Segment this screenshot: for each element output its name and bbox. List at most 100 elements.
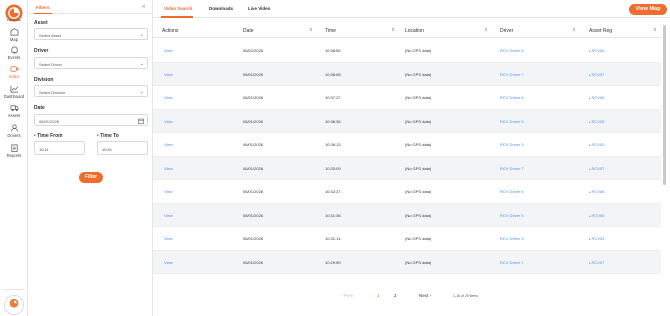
table-row: View 06/01/2026 10:33:09 (No GPS data) RCV D… — [153, 156, 661, 180]
brand-name: FleetView — [7, 18, 21, 22]
asset-reg-link[interactable]: RCV07 — [589, 166, 605, 171]
time-to-label: • Time To — [97, 133, 119, 139]
table-row: View 06/01/2026 10:38:55 (No GPS data) RCV D… — [153, 39, 661, 63]
driver-label: Driver — [34, 48, 49, 54]
chevron-down-icon: ⌄ — [139, 31, 144, 38]
column-header-time[interactable]: Time — [325, 28, 336, 34]
division-select-placeholder: Select Division — [39, 89, 66, 95]
driver-link[interactable]: RCV Driver 7 — [500, 166, 524, 171]
tab-downloads[interactable]: Downloads — [209, 6, 233, 11]
asset-reg-link[interactable]: RCV03 — [589, 142, 605, 147]
driver-select[interactable]: Select Driver ⌄ — [34, 57, 148, 69]
time-from-value: 10:11 — [39, 146, 49, 152]
division-label: Division — [34, 77, 54, 83]
date-cell: 06/01/2026 — [243, 259, 264, 265]
pagination-page-2[interactable]: 2 — [394, 293, 397, 298]
view-link[interactable]: View — [164, 166, 173, 171]
date-cell: 06/01/2026 — [243, 212, 264, 218]
table-row: View 06/01/2026 10:31:14 (No GPS data) RCV D… — [153, 227, 661, 251]
driver-link[interactable]: RCV Driver 6 — [500, 95, 524, 100]
driver-link[interactable]: RCV Driver 6 — [500, 48, 524, 53]
avatar[interactable] — [4, 295, 24, 315]
column-header-asset-reg[interactable]: Asset Reg — [589, 28, 612, 34]
nav-label-dashboard: Dashboard — [3, 94, 25, 99]
tab-live-video[interactable]: Live Video — [248, 6, 270, 11]
nav-label-assets: Assets — [7, 113, 21, 118]
sort-icon[interactable]: ⇕ — [484, 27, 488, 33]
view-link[interactable]: View — [164, 260, 173, 265]
view-link[interactable]: View — [164, 95, 173, 100]
date-cell: 06/01/2026 — [243, 236, 264, 241]
table-header: Actions Date ⇕ Time ⇕ Location ⇕ Driver … — [153, 25, 661, 38]
tab-video-search[interactable]: Video Search — [164, 6, 192, 11]
nav-item-map[interactable]: Map — [0, 28, 28, 42]
collapse-panel-icon[interactable]: « — [142, 4, 145, 10]
time-cell: 10:37:27 — [325, 95, 341, 100]
clipboard-icon — [10, 144, 18, 152]
view-link[interactable]: View — [164, 48, 173, 53]
view-link[interactable]: View — [164, 119, 173, 124]
pagination-info: 1-16 of 29 items — [453, 294, 479, 298]
time-cell: 10:38:55 — [325, 48, 341, 53]
table-scrollbar[interactable] — [663, 25, 666, 185]
calendar-icon[interactable] — [138, 117, 144, 124]
driver-link[interactable]: RCV Driver 7 — [500, 260, 524, 265]
sort-icon[interactable]: ⇕ — [572, 27, 576, 33]
asset-select[interactable]: Select Asset ⌄ — [34, 28, 148, 40]
driver-link[interactable]: RCV Driver 7 — [500, 72, 524, 77]
division-select[interactable]: Select Division ⌄ — [34, 85, 148, 97]
tab-filters[interactable]: Filters — [36, 5, 50, 10]
time-from-input[interactable]: 10:11 — [34, 141, 85, 155]
asset-reg-link[interactable]: RCV05 — [589, 213, 605, 218]
view-link[interactable]: View — [164, 213, 173, 218]
view-link[interactable]: View — [164, 72, 173, 77]
nav-label-video: Video — [8, 74, 20, 79]
nav-item-drivers[interactable]: Drivers — [0, 124, 28, 138]
asset-reg-link[interactable]: RCV05 — [589, 119, 605, 124]
column-header-driver[interactable]: Driver — [500, 28, 513, 34]
time-to-input[interactable]: 10:41 — [97, 141, 148, 155]
column-header-date[interactable]: Date — [243, 28, 254, 34]
asset-reg-link[interactable]: RCV07 — [589, 260, 605, 265]
nav-label-reports: Reports — [6, 153, 22, 158]
asset-reg-link[interactable]: RCV07 — [589, 72, 605, 77]
nav-item-events[interactable]: Events — [0, 46, 28, 60]
time-from-label-text: Time From — [37, 133, 63, 139]
view-link[interactable]: View — [164, 236, 173, 241]
asset-reg-link[interactable]: RCV06 — [589, 48, 605, 53]
driver-link[interactable]: RCV Driver 5 — [500, 119, 524, 124]
view-link[interactable]: View — [164, 189, 173, 194]
location-cell: (No GPS data) — [405, 95, 432, 100]
location-cell: (No GPS data) — [405, 165, 432, 171]
pagination-page-1[interactable]: 1 — [377, 293, 380, 298]
asset-reg-link[interactable]: RCV06 — [589, 189, 605, 194]
table-row: View 06/01/2026 10:29:59 (No GPS data) RCV D… — [153, 250, 661, 274]
asset-reg-link[interactable]: RCV06 — [589, 95, 605, 100]
nav-item-reports[interactable]: Reports — [0, 144, 28, 158]
nav-item-dashboard[interactable]: Dashboard — [0, 85, 28, 99]
location-cell: (No GPS data) — [405, 71, 432, 77]
map-icon — [10, 28, 18, 36]
sort-icon[interactable]: ⇕ — [391, 27, 395, 33]
sort-icon[interactable]: ⇕ — [653, 27, 657, 33]
nav-label-drivers: Drivers — [7, 133, 21, 138]
truck-icon — [10, 105, 18, 112]
pagination-next[interactable]: Next › — [419, 293, 431, 298]
sort-icon[interactable]: ⇕ — [309, 27, 313, 33]
date-input[interactable]: 06/01/2026 — [34, 114, 148, 126]
asset-reg-link[interactable]: RCV03 — [589, 236, 605, 241]
driver-link[interactable]: RCV Driver 6 — [500, 189, 524, 194]
view-link[interactable]: View — [164, 142, 173, 147]
driver-link[interactable]: RCV Driver 3 — [500, 142, 524, 147]
time-from-label: • Time From — [34, 133, 63, 139]
column-header-location[interactable]: Location — [405, 28, 424, 34]
table-row: View 06/01/2026 10:37:27 (No GPS data) RCV D… — [153, 86, 661, 110]
nav-item-video[interactable]: Video — [0, 65, 28, 79]
driver-link[interactable]: RCV Driver 5 — [500, 213, 524, 218]
driver-link[interactable]: RCV Driver 3 — [500, 236, 524, 241]
table-row: View 06/01/2026 10:31:36 (No GPS data) RCV D… — [153, 203, 661, 227]
date-cell: 06/01/2026 — [243, 95, 264, 100]
nav-item-assets[interactable]: Assets — [0, 104, 28, 118]
view-map-button[interactable]: View Map — [629, 4, 667, 15]
filter-button[interactable]: Filter — [79, 172, 103, 183]
